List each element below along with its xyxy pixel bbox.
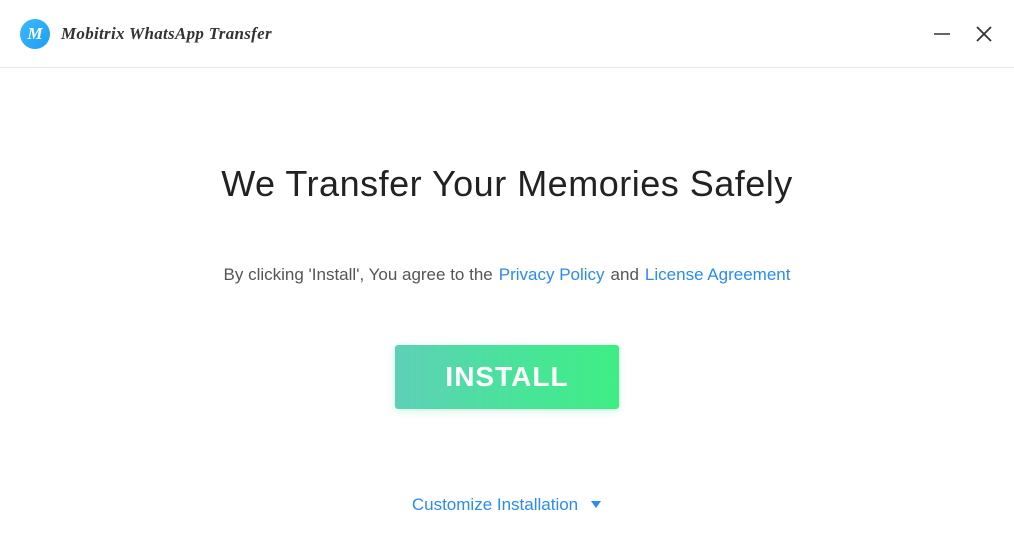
customize-label: Customize Installation <box>412 495 578 515</box>
app-title: Mobitrix WhatsApp Transfer <box>61 24 272 44</box>
brand: M Mobitrix WhatsApp Transfer <box>20 19 272 49</box>
agreement-prefix: By clicking 'Install', You agree to the <box>224 265 493 285</box>
footer: Customize Installation <box>0 495 1014 547</box>
title-bar: M Mobitrix WhatsApp Transfer <box>0 0 1014 68</box>
privacy-policy-link[interactable]: Privacy Policy <box>499 265 605 285</box>
headline: We Transfer Your Memories Safely <box>221 163 793 205</box>
agreement-and: and <box>611 265 639 285</box>
agreement-text: By clicking 'Install', You agree to the … <box>224 265 791 285</box>
minimize-icon <box>932 24 952 44</box>
close-button[interactable] <box>974 24 994 44</box>
close-icon <box>974 24 994 44</box>
install-button[interactable]: INSTALL <box>395 345 618 409</box>
minimize-button[interactable] <box>932 24 952 44</box>
window-controls <box>932 24 994 44</box>
app-logo-icon: M <box>20 19 50 49</box>
license-agreement-link[interactable]: License Agreement <box>645 265 791 285</box>
app-logo-letter: M <box>27 24 42 44</box>
chevron-down-icon <box>590 500 602 510</box>
main-content: We Transfer Your Memories Safely By clic… <box>0 68 1014 495</box>
customize-installation-link[interactable]: Customize Installation <box>412 495 602 515</box>
